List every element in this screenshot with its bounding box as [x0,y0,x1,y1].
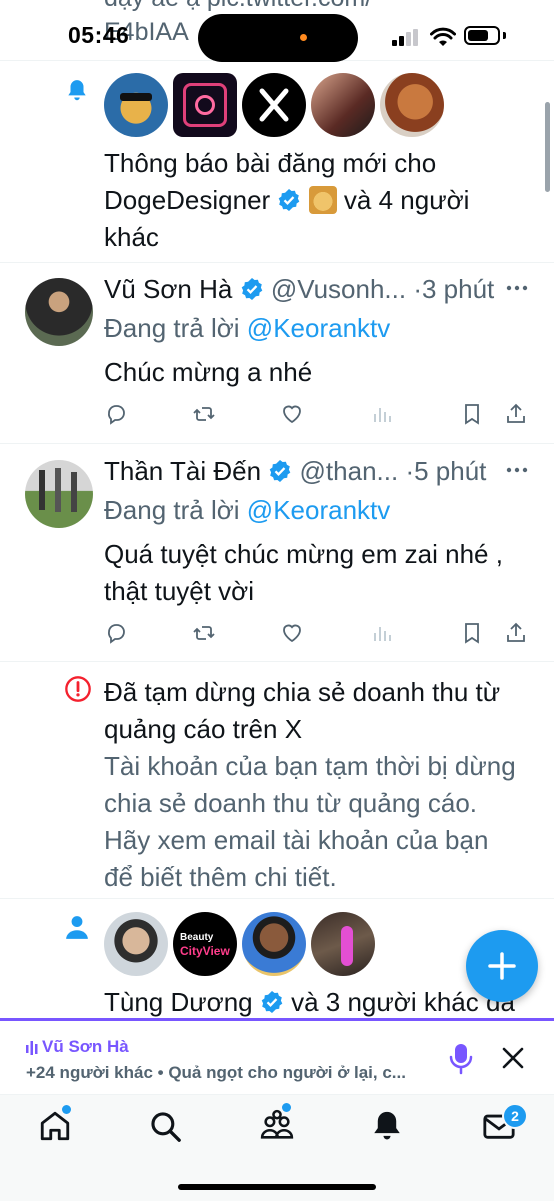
avatar-vusonha[interactable] [25,278,93,346]
reply2-handle[interactable]: @than... [300,456,399,486]
notice-body-line1: Tài khoản của bạn tạm thời bị dừng [104,751,516,781]
home-new-dot [62,1105,71,1114]
notification-suffix: và 4 người [343,185,470,215]
mic-icon[interactable] [448,1043,474,1075]
communities-icon[interactable] [260,1109,294,1143]
dynamic-island [198,14,358,62]
bookmark-icon[interactable] [460,402,484,426]
person-icon [66,916,88,939]
notification-text-line3: khác [104,222,159,252]
privacy-dot [300,34,307,41]
reply2-text-line1: Quá tuyệt chúc mừng em zai nhé , [104,539,503,569]
reply-icon[interactable] [104,621,128,645]
reply2-actions [104,621,534,651]
views-icon[interactable] [370,402,394,426]
avatar-thantaiden[interactable] [25,460,93,528]
avatar-x[interactable] [242,73,306,137]
replying-label: Đang trả lời [104,495,240,525]
reply-icon[interactable] [104,402,128,426]
messages-badge: 2 [502,1103,528,1129]
share-icon[interactable] [504,621,528,645]
reply2-header: Thần Tài Đến @than... ·5 phút [104,453,486,490]
reply1-actions [104,402,534,432]
reply1-time: ·3 phút [413,274,495,304]
verified-icon [279,189,300,211]
avatar-tungduong[interactable] [104,912,168,976]
cutoff-tweet-line1: dạy ăe ạ pic.twitter.com/ [104,0,372,13]
scrollbar[interactable] [545,102,550,192]
bookmark-icon[interactable] [460,621,484,645]
space-subtitle: +24 người khác • Quả ngọt cho người ở lạ… [26,1063,406,1082]
compose-button[interactable] [466,930,538,1002]
repost-icon[interactable] [192,402,216,426]
avatar-2[interactable] [173,73,237,137]
avatar-3[interactable] [242,912,306,976]
battery-icon [464,26,500,45]
reply2-replying: Đang trả lời @Keoranktv [104,492,390,529]
notification-text-line2: DogeDesigner và 4 người [104,182,469,219]
reply2-time: ·5 phút [405,456,487,486]
verified-icon [269,460,291,482]
reply1-name[interactable]: Vũ Sơn Hà [104,274,232,304]
notice-title-line1: Đã tạm dừng chia sẻ doanh thu từ [104,677,501,707]
doge-emoji-icon [308,186,337,214]
status-time: 05:46 [68,22,130,48]
follow-text: Tùng Dương và 3 người khác đã [104,984,515,1021]
home-icon[interactable] [38,1109,72,1143]
share-icon[interactable] [504,402,528,426]
notification-text-line1: Thông báo bài đăng mới cho [104,148,437,178]
reply1-replying: Đang trả lời @Keoranktv [104,310,390,347]
notice-body-line2: chia sẻ doanh thu từ quảng cáo. [104,788,478,818]
more-icon[interactable] [506,466,528,474]
bell-icon [68,80,86,101]
space-host: Vũ Sơn Hà [42,1037,129,1056]
notice-title-line2: quảng cáo trên X [104,714,303,744]
live-audio-icon [26,1041,38,1055]
avatar-dogedesigner[interactable] [104,73,168,137]
follow-user-name[interactable]: Tùng Dương [104,987,253,1017]
reply2-text-line2: thật tuyệt vời [104,576,255,606]
reply1-handle[interactable]: @Vusonh... [271,274,406,304]
notifications-icon[interactable] [370,1109,404,1143]
communities-new-dot [282,1103,291,1112]
like-icon[interactable] [280,621,304,645]
avatar-logo-text-1: Beauty [180,932,214,943]
repost-icon[interactable] [192,621,216,645]
alert-icon [65,676,91,702]
replying-to-link[interactable]: @Keoranktv [247,495,390,525]
home-indicator[interactable] [178,1184,376,1190]
verified-icon [261,991,283,1013]
search-icon[interactable] [148,1109,182,1143]
verified-icon [241,278,262,300]
views-icon[interactable] [370,621,394,645]
avatar-logo-text-2: CityView [180,944,230,958]
avatar-5[interactable] [380,73,444,137]
replying-label: Đang trả lời [104,313,240,343]
notification-user-name[interactable]: DogeDesigner [104,185,270,215]
close-icon[interactable] [502,1047,524,1069]
reply1-header: Vũ Sơn Hà @Vusonh... ·3 phút [104,271,494,308]
avatar-beautycityview[interactable]: Beauty CityView [173,912,237,976]
reply1-text: Chúc mừng a nhé [104,357,313,387]
reply2-name[interactable]: Thần Tài Đến [104,456,261,486]
replying-to-link[interactable]: @Keoranktv [247,313,390,343]
signal-icon [392,29,418,46]
avatar-4[interactable] [311,73,375,137]
avatar-4[interactable] [311,912,375,976]
notice-body-line3: Hãy xem email tài khoản của bạn [104,825,489,855]
x-logo-icon [259,88,289,122]
more-icon[interactable] [506,284,528,292]
notice-body-line4: để biết thêm chi tiết. [104,862,337,892]
wifi-icon [430,27,456,46]
like-icon[interactable] [280,402,304,426]
spaces-bar[interactable]: Vũ Sơn Hà +24 người khác • Quả ngọt cho … [0,1018,554,1097]
plus-icon [488,952,516,980]
